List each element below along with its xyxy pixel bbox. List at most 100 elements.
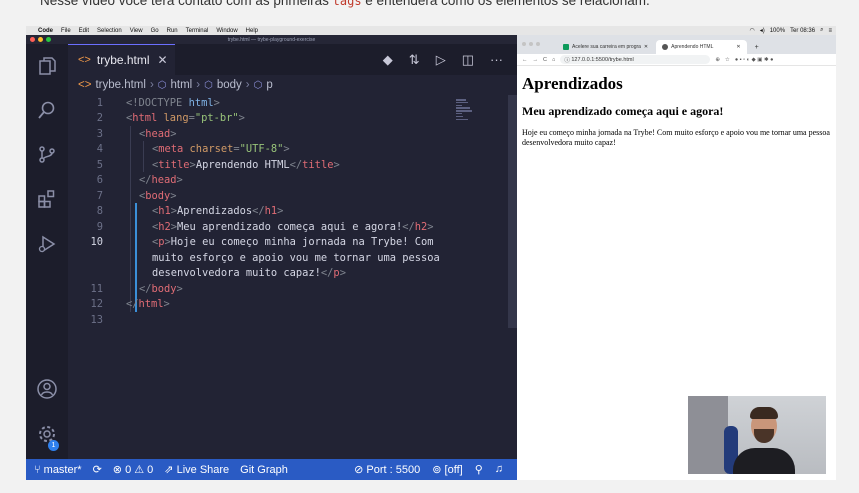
live-server-port[interactable]: ⊘ Port : 5500 bbox=[354, 463, 420, 476]
vscode-window: trybe.html — trybe-playground-exercise 1… bbox=[26, 35, 517, 480]
live-share-button[interactable]: ⇗ Live Share bbox=[164, 463, 229, 476]
back-arrow-icon[interactable]: ← bbox=[522, 57, 528, 63]
run-debug-icon[interactable] bbox=[36, 234, 58, 256]
menubar-item-window[interactable]: Window bbox=[216, 28, 237, 34]
menubar-item-terminal[interactable]: Terminal bbox=[186, 28, 209, 34]
code-tag: html bbox=[132, 112, 158, 125]
menubar-status-area: ◠ ◂) 100% Ter 08:36 ⌕ ≡ bbox=[749, 27, 832, 34]
browser-minimize-button[interactable] bbox=[529, 42, 533, 46]
breadcrumb: <> trybe.html › ⬡ html › ⬡ body › ⬡ p bbox=[68, 75, 517, 95]
browser-toolbar: ← → C ⌂ ⓘ 127.0.0.1:5500/trybe.html ⊕ ☆ … bbox=[517, 54, 836, 66]
breadcrumb-item-html[interactable]: html bbox=[171, 79, 193, 91]
problems-status[interactable]: ⊗ 0 ⚠ 0 bbox=[113, 463, 154, 476]
home-icon[interactable]: ⌂ bbox=[552, 57, 555, 63]
browser-tab-trybe[interactable]: Acelere sua carreira em progra ✕ bbox=[557, 40, 654, 54]
status-bar-right: ⊘ Port : 5500 ⊚ [off] ⚲ ♫ bbox=[354, 463, 517, 476]
run-preview-icon[interactable]: ▷ bbox=[436, 52, 446, 68]
line-number: 10 bbox=[90, 236, 103, 249]
source-control-icon[interactable] bbox=[36, 144, 58, 166]
control-center-icon[interactable]: ≡ bbox=[828, 28, 832, 34]
spotlight-search-icon[interactable]: ⌕ bbox=[820, 27, 823, 34]
webcam-overlay bbox=[688, 396, 826, 474]
more-actions-icon[interactable]: ··· bbox=[490, 52, 503, 68]
line-number: 2 bbox=[96, 112, 103, 125]
breadcrumb-element-icon: ⬡ bbox=[253, 79, 263, 91]
forward-arrow-icon[interactable]: → bbox=[533, 57, 539, 63]
page: Nesse vídeo você terá contato com as pri… bbox=[0, 0, 859, 493]
code-tag: h1 bbox=[158, 205, 171, 218]
code-line: desenvolvedora muito capaz!</p> bbox=[152, 267, 346, 280]
code-tag: body bbox=[145, 189, 171, 202]
code-string: "pt-br" bbox=[194, 112, 239, 125]
browser-tab-aprendendo-html[interactable]: Aprendendo HTML ✕ bbox=[656, 40, 747, 54]
feedback-icon[interactable]: ⚲ bbox=[475, 463, 483, 476]
battery-percent[interactable]: 100% bbox=[770, 28, 785, 34]
explorer-icon[interactable] bbox=[36, 56, 58, 78]
line-number: 1 bbox=[96, 96, 103, 109]
git-lens-icon[interactable]: ◆ bbox=[383, 52, 393, 68]
menubar-item-view[interactable]: View bbox=[130, 28, 143, 34]
line-number: 13 bbox=[90, 313, 103, 326]
editor-scrollbar[interactable] bbox=[508, 95, 517, 328]
trybe-favicon-icon bbox=[563, 44, 569, 50]
editor-tab-trybe-html[interactable]: <> trybe.html ✕ bbox=[68, 44, 175, 75]
code-tag: html bbox=[138, 298, 164, 311]
code-text: Aprendendo HTML bbox=[195, 158, 290, 171]
breadcrumb-element-icon: ⬡ bbox=[204, 79, 213, 91]
browser-close-button[interactable] bbox=[522, 42, 526, 46]
breadcrumb-separator-icon: › bbox=[245, 79, 250, 91]
code-attribute: lang bbox=[157, 112, 189, 125]
split-editor-icon[interactable]: ◫ bbox=[462, 52, 474, 68]
code-tag: h2 bbox=[158, 220, 171, 233]
code-line: 8 <h1>Aprendizados</h1> bbox=[68, 204, 508, 220]
code-line: 1 <!DOCTYPE html> bbox=[68, 95, 508, 111]
search-icon[interactable] bbox=[36, 100, 58, 122]
breadcrumb-item-file[interactable]: trybe.html bbox=[95, 79, 146, 91]
menubar-item-help[interactable]: Help bbox=[246, 28, 258, 34]
breadcrumb-item-p[interactable]: p bbox=[266, 79, 272, 91]
code-line: 2 <html lang="pt-br"> bbox=[68, 111, 508, 127]
extension-icons[interactable]: ● ▪ ▫ ◐ ◆ ▣ ✱ ● bbox=[735, 57, 774, 63]
wifi-icon[interactable]: ◠ bbox=[749, 27, 754, 34]
extensions-icon[interactable] bbox=[36, 189, 58, 211]
git-branch-status[interactable]: ⑂ master* bbox=[34, 464, 82, 476]
close-tab-icon[interactable]: ✕ bbox=[644, 44, 648, 50]
menubar-app-name[interactable]: Code bbox=[38, 28, 53, 34]
close-tab-icon[interactable]: ✕ bbox=[736, 44, 740, 50]
open-changes-icon[interactable]: ⇅ bbox=[409, 52, 420, 68]
line-number: 8 bbox=[96, 205, 103, 218]
settings-update-badge: 1 bbox=[48, 440, 59, 451]
breadcrumb-item-body[interactable]: body bbox=[217, 79, 242, 91]
rendered-paragraph: Hoje eu começo minha jornada na Trybe! C… bbox=[522, 128, 830, 147]
line-number: 5 bbox=[96, 158, 103, 171]
address-bar[interactable]: ⓘ 127.0.0.1:5500/trybe.html bbox=[560, 55, 711, 64]
zoom-icon[interactable]: ⊕ bbox=[715, 57, 720, 63]
menubar-clock[interactable]: Ter 08:36 bbox=[790, 28, 815, 34]
account-icon[interactable] bbox=[36, 378, 58, 400]
bookmark-star-icon[interactable]: ☆ bbox=[725, 57, 730, 63]
menubar-item-selection[interactable]: Selection bbox=[97, 28, 122, 34]
browser-tab-strip: Acelere sua carreira em progra ✕ Aprende… bbox=[517, 35, 836, 54]
new-tab-button[interactable]: + bbox=[755, 44, 759, 51]
code-text: Hoje eu começo minha jornada na Trybe! C… bbox=[170, 236, 434, 249]
menubar-item-go[interactable]: Go bbox=[151, 28, 159, 34]
code-tag: h1 bbox=[264, 205, 278, 218]
rendered-h2: Meu aprendizado começa aqui e agora! bbox=[522, 104, 724, 118]
warning-count: 0 bbox=[147, 464, 154, 476]
code-tag: title bbox=[302, 158, 334, 171]
code-line: 6 </head> bbox=[68, 173, 508, 189]
browser-zoom-button[interactable] bbox=[536, 42, 540, 46]
menubar-item-edit[interactable]: Edit bbox=[79, 28, 89, 34]
code-tag: title bbox=[158, 158, 190, 171]
reload-icon[interactable]: C bbox=[543, 57, 547, 63]
notifications-bell-icon[interactable]: ♫ bbox=[495, 463, 503, 476]
volume-icon[interactable]: ◂) bbox=[760, 27, 765, 34]
browser-tab-title: Aprendendo HTML bbox=[671, 44, 714, 50]
close-tab-icon[interactable]: ✕ bbox=[158, 53, 168, 67]
sync-icon[interactable]: ⟳ bbox=[93, 463, 102, 476]
git-graph-button[interactable]: Git Graph bbox=[240, 464, 288, 476]
prettier-status[interactable]: ⊚ [off] bbox=[432, 463, 462, 476]
code-text: Aprendizados bbox=[177, 205, 253, 218]
menubar-item-run[interactable]: Run bbox=[167, 28, 178, 34]
menubar-item-file[interactable]: File bbox=[61, 28, 71, 34]
